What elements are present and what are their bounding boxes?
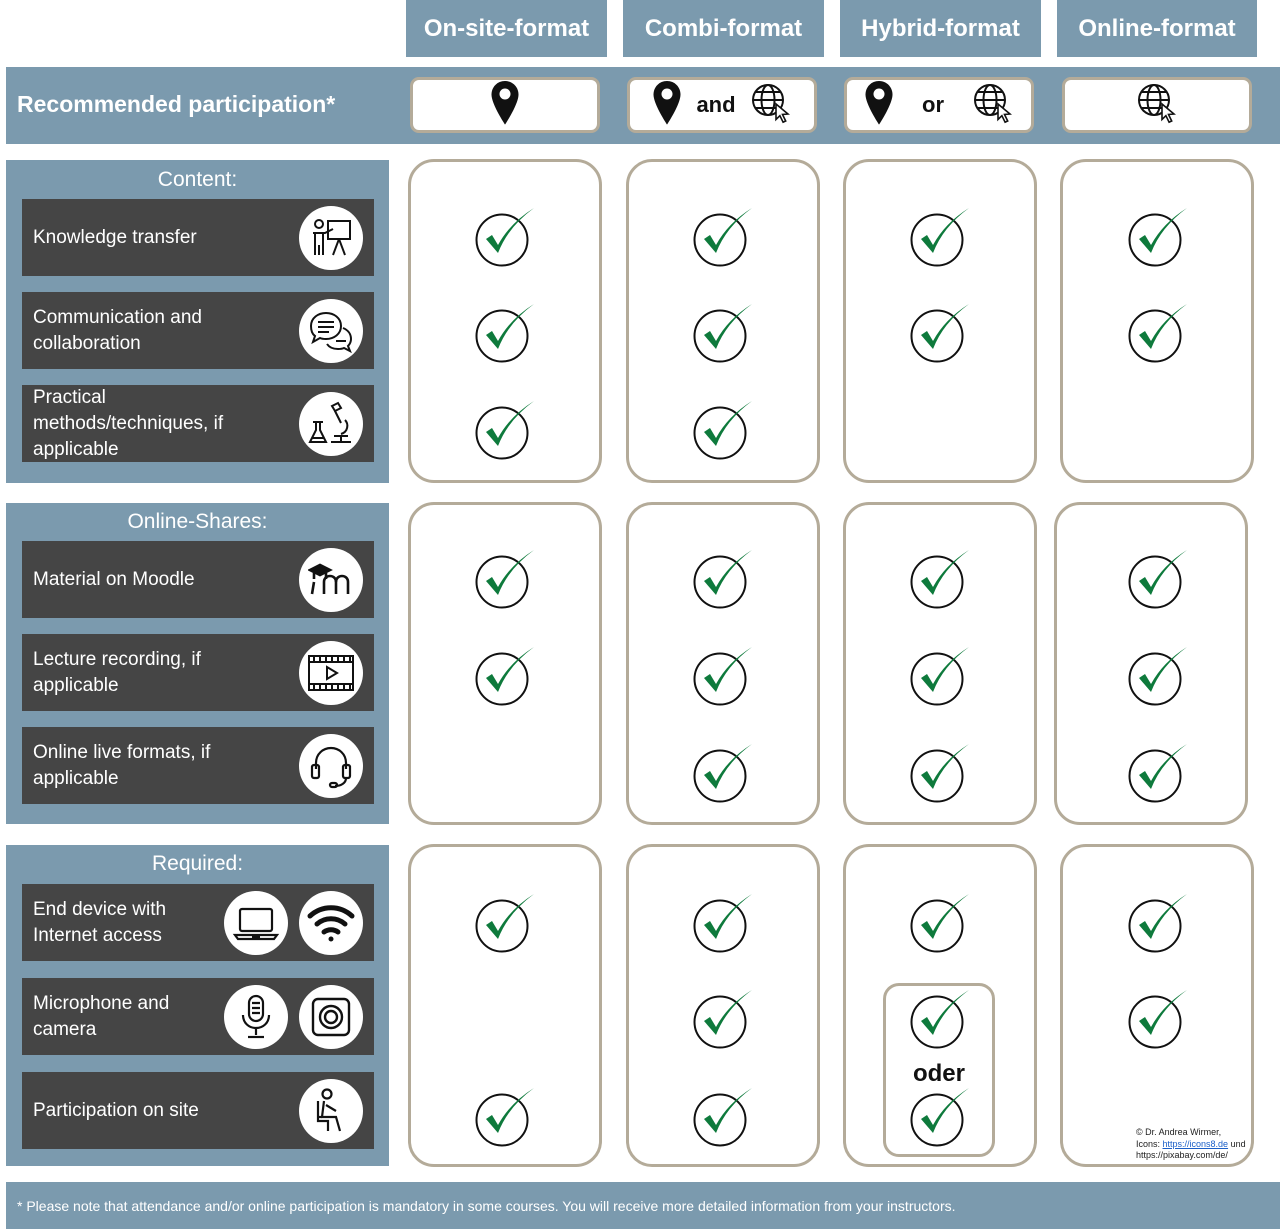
check-required-row3-col3-icon [897, 1085, 977, 1151]
webcam-icon [299, 985, 363, 1049]
location-pin-icon [490, 80, 520, 131]
check-required-row2-col4-icon [1115, 987, 1195, 1053]
credit-icons-suffix: und [1228, 1138, 1246, 1149]
check-content-row3-col2-icon [680, 398, 760, 464]
row-lecture-recording: Lecture recording, if applicable [22, 634, 374, 711]
connector-or: or [922, 92, 944, 117]
row-practical-methods: Practical methods/techniques, if applica… [22, 385, 374, 462]
check-content-row2-col3-icon [897, 301, 977, 367]
microphone-icon [224, 985, 288, 1049]
laptop-icon [224, 891, 288, 955]
recommended-online [1062, 77, 1252, 133]
check-online-row2-col1-icon [462, 644, 542, 710]
globe-cursor-icon [750, 82, 792, 129]
connector-and: and [696, 92, 736, 117]
check-online-row2-col3-icon [897, 644, 977, 710]
online-shares-panel-title: Online-Shares: [127, 510, 268, 533]
check-required-row1-col4-icon [1115, 891, 1195, 957]
row-label: Microphone and camera [33, 992, 170, 1040]
check-content-row1-col4-icon [1115, 205, 1195, 271]
recommended-combi: and [627, 77, 817, 133]
check-online-row3-col4-icon [1115, 741, 1195, 807]
row-label: Online live formats, if applicable [33, 741, 211, 789]
column-header-online: Online-format [1057, 0, 1257, 57]
credit-icons8-link[interactable]: https://icons8.de [1163, 1139, 1229, 1149]
location-pin-icon [864, 80, 894, 131]
check-online-row3-col3-icon [897, 741, 977, 807]
recommended-participation-label: Recommended participation* [17, 91, 336, 117]
row-label: Lecture recording, if applicable [33, 648, 201, 696]
required-panel-title: Required: [151, 852, 244, 875]
check-required-row1-col1-icon [462, 891, 542, 957]
check-content-row1-col1-icon [462, 205, 542, 271]
seated-person-icon [299, 1079, 363, 1143]
check-online-row1-col4-icon [1115, 547, 1195, 613]
check-content-row2-col1-icon [462, 301, 542, 367]
row-end-device: End device with Internet access [22, 884, 374, 961]
check-content-row1-col2-icon [680, 205, 760, 271]
row-online-live: Online live formats, if applicable [22, 727, 374, 804]
footer-note: * Please note that attendance and/or onl… [6, 1182, 1280, 1229]
row-knowledge-transfer: Knowledge transfer [22, 199, 374, 276]
column-header-onsite: On-site-format [406, 0, 607, 57]
row-label: Practical methods/techniques, if applica… [33, 386, 224, 460]
check-content-row2-col4-icon [1115, 301, 1195, 367]
check-content-row2-col2-icon [680, 301, 760, 367]
hybrid-alternative-label: oder [912, 1060, 965, 1087]
globe-cursor-icon [972, 82, 1014, 129]
row-label: End device with Internet access [33, 898, 167, 946]
recommended-hybrid: or [844, 77, 1034, 133]
row-label: Knowledge transfer [33, 226, 197, 248]
wifi-icon [299, 891, 363, 955]
check-content-row1-col3-icon [897, 205, 977, 271]
check-content-row3-col1-icon [462, 398, 542, 464]
check-online-row2-col2-icon [680, 644, 760, 710]
check-required-row3-col1-icon [462, 1085, 542, 1151]
location-pin-icon [652, 80, 682, 131]
row-microphone-camera: Microphone and camera [22, 978, 374, 1055]
image-credit: © Dr. Andrea Wirmer, Icons: https://icon… [1136, 1127, 1256, 1162]
check-required-row1-col3-icon [897, 891, 977, 957]
video-play-icon [299, 641, 363, 705]
column-header-hybrid: Hybrid-format [840, 0, 1041, 57]
check-required-row2-col2-icon [680, 987, 760, 1053]
check-online-row1-col2-icon [680, 547, 760, 613]
credit-line-author: © Dr. Andrea Wirmer, [1136, 1127, 1222, 1137]
row-material-moodle: Material on Moodle [22, 541, 374, 618]
presenter-icon [299, 206, 363, 270]
microscope-flask-icon [299, 392, 363, 456]
moodle-icon [299, 548, 363, 612]
credit-line-pixabay: https://pixabay.com/de/ [1136, 1150, 1228, 1160]
credit-icons-prefix: Icons: [1136, 1138, 1163, 1149]
globe-cursor-icon [1136, 82, 1178, 129]
check-online-row2-col4-icon [1115, 644, 1195, 710]
row-participation-on-site: Participation on site [22, 1072, 374, 1149]
check-online-row1-col3-icon [897, 547, 977, 613]
headset-icon [299, 734, 363, 798]
row-label: Communication and collaboration [33, 306, 202, 354]
chat-bubbles-icon [299, 299, 363, 363]
credit-line-icons: Icons: https://icons8.de und [1136, 1139, 1256, 1151]
row-label: Material on Moodle [33, 568, 195, 590]
column-header-combi: Combi-format [623, 0, 824, 57]
content-panel-title: Content: [157, 168, 238, 191]
row-label: Participation on site [33, 1099, 199, 1121]
row-communication: Communication and collaboration [22, 292, 374, 369]
check-required-row1-col2-icon [680, 891, 760, 957]
check-online-row3-col2-icon [680, 741, 760, 807]
check-required-row2-col3-icon [897, 987, 977, 1053]
check-online-row1-col1-icon [462, 547, 542, 613]
check-required-row3-col2-icon [680, 1085, 760, 1151]
recommended-onsite [410, 77, 600, 133]
